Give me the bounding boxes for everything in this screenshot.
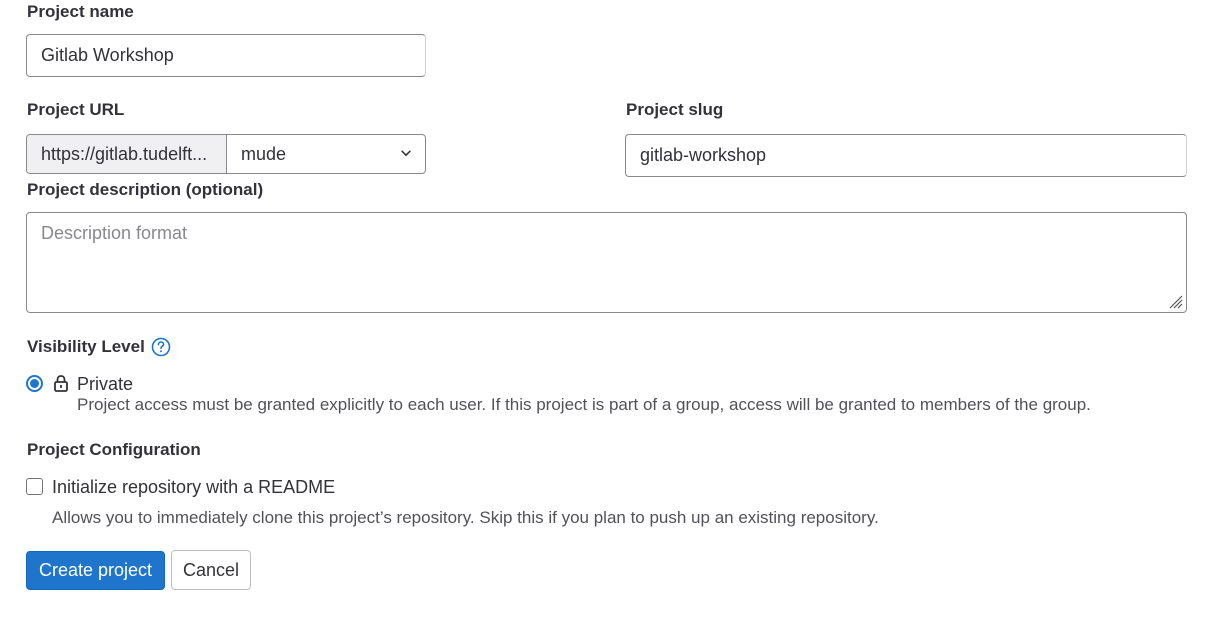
visibility-private-radio[interactable] [26, 375, 43, 392]
lock-icon [53, 374, 69, 397]
namespace-value: mude [241, 143, 287, 164]
project-name-label: Project name [27, 2, 134, 21]
cancel-button[interactable]: Cancel [171, 550, 251, 590]
project-description-placeholder: Description format [41, 223, 188, 243]
project-name-value: Gitlab Workshop [41, 45, 174, 65]
resize-handle-icon[interactable] [1167, 293, 1183, 309]
project-slug-value: gitlab-workshop [640, 145, 767, 165]
chevron-down-icon [399, 144, 413, 165]
question-circle-icon[interactable] [151, 337, 171, 357]
radio-selected-dot [30, 379, 39, 388]
project-slug-input[interactable]: gitlab-workshop [625, 134, 1187, 177]
project-url-group: https://gitlab.tudelft... mude [26, 134, 426, 174]
new-project-form: Project name Gitlab Workshop Project URL… [0, 0, 1223, 618]
project-slug-label: Project slug [626, 100, 724, 119]
project-url-label: Project URL [27, 100, 125, 119]
readme-help: Allows you to immediately clone this pro… [52, 508, 879, 527]
readme-label[interactable]: Initialize repository with a README [52, 477, 335, 498]
project-description-label: Project description (optional) [27, 180, 264, 199]
project-configuration-label: Project Configuration [27, 440, 201, 459]
visibility-heading: Visibility Level [27, 337, 171, 357]
project-url-prefix: https://gitlab.tudelft... [27, 135, 227, 173]
visibility-label: Visibility Level [27, 337, 145, 356]
project-description-textarea[interactable]: Description format [26, 212, 1187, 313]
create-project-button[interactable]: Create project [26, 551, 165, 590]
namespace-dropdown[interactable]: mude [227, 135, 425, 173]
readme-checkbox[interactable] [26, 478, 43, 495]
visibility-private-help: Project access must be granted explicitl… [77, 395, 1091, 414]
visibility-private-label[interactable]: Private [77, 374, 133, 395]
project-name-input[interactable]: Gitlab Workshop [26, 34, 426, 77]
